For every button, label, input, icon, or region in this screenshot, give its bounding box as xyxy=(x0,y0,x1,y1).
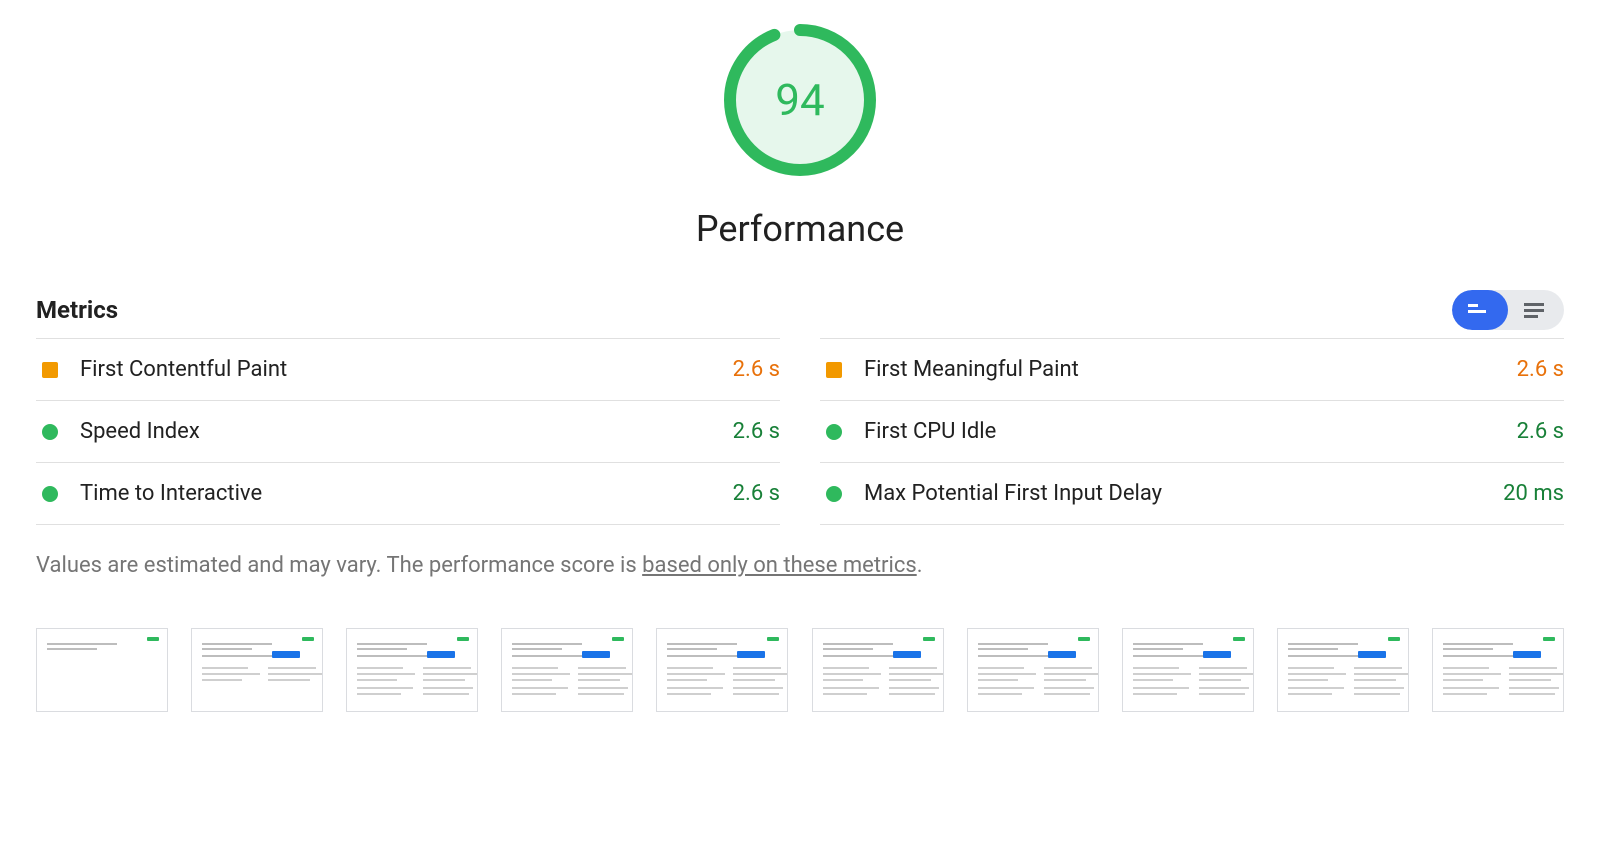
metric-row: First Contentful Paint 2.6 s xyxy=(36,338,780,400)
filmstrip-thumbnail[interactable] xyxy=(36,628,168,712)
disclaimer-suffix: . xyxy=(917,553,923,578)
status-pass-icon xyxy=(42,424,58,440)
status-average-icon xyxy=(42,362,58,378)
filmstrip-thumbnail[interactable] xyxy=(967,628,1099,712)
metric-value: 2.6 s xyxy=(733,481,780,506)
status-pass-icon xyxy=(826,486,842,502)
filmstrip-thumbnail[interactable] xyxy=(501,628,633,712)
metric-value: 2.6 s xyxy=(1517,357,1564,382)
metric-label: Max Potential First Input Delay xyxy=(864,481,1162,506)
metric-left: First Meaningful Paint xyxy=(820,357,1079,382)
metric-row: First CPU Idle 2.6 s xyxy=(820,400,1564,462)
filmstrip-thumbnail[interactable] xyxy=(1432,628,1564,712)
filmstrip-thumbnail[interactable] xyxy=(346,628,478,712)
score-value: 94 xyxy=(720,20,880,180)
metric-row: Speed Index 2.6 s xyxy=(36,400,780,462)
score-section: 94 Performance xyxy=(36,20,1564,250)
status-pass-icon xyxy=(826,424,842,440)
metric-value: 2.6 s xyxy=(733,357,780,382)
summary-view-icon xyxy=(1468,301,1492,319)
metric-label: First Meaningful Paint xyxy=(864,357,1079,382)
metric-label: Speed Index xyxy=(80,419,200,444)
toggle-summary-button[interactable] xyxy=(1452,290,1508,330)
metric-row: First Meaningful Paint 2.6 s xyxy=(820,338,1564,400)
metric-label: First Contentful Paint xyxy=(80,357,287,382)
metrics-view-toggle xyxy=(1452,290,1564,330)
metric-row: Max Potential First Input Delay 20 ms xyxy=(820,462,1564,525)
disclaimer-link[interactable]: based only on these metrics xyxy=(642,553,917,578)
metric-left: Max Potential First Input Delay xyxy=(820,481,1162,506)
detail-view-icon xyxy=(1524,301,1548,319)
filmstrip-thumbnail[interactable] xyxy=(1277,628,1409,712)
score-gauge: 94 xyxy=(720,20,880,180)
metric-row: Time to Interactive 2.6 s xyxy=(36,462,780,525)
filmstrip-thumbnail[interactable] xyxy=(812,628,944,712)
metrics-disclaimer: Values are estimated and may vary. The p… xyxy=(36,553,1564,578)
filmstrip xyxy=(36,628,1564,712)
metric-value: 2.6 s xyxy=(1517,419,1564,444)
status-average-icon xyxy=(826,362,842,378)
metric-left: Time to Interactive xyxy=(36,481,262,506)
filmstrip-thumbnail[interactable] xyxy=(656,628,788,712)
metric-label: First CPU Idle xyxy=(864,419,996,444)
metric-label: Time to Interactive xyxy=(80,481,262,506)
disclaimer-prefix: Values are estimated and may vary. The p… xyxy=(36,553,642,578)
metric-value: 2.6 s xyxy=(733,419,780,444)
metric-value: 20 ms xyxy=(1503,481,1564,506)
filmstrip-thumbnail[interactable] xyxy=(1122,628,1254,712)
metric-left: First Contentful Paint xyxy=(36,357,287,382)
metric-left: First CPU Idle xyxy=(820,419,996,444)
filmstrip-thumbnail[interactable] xyxy=(191,628,323,712)
category-title: Performance xyxy=(696,208,904,250)
metric-left: Speed Index xyxy=(36,419,200,444)
metrics-grid: First Contentful Paint2.6 sFirst Meaning… xyxy=(36,338,1564,525)
metrics-header: Metrics xyxy=(36,290,1564,330)
metrics-heading: Metrics xyxy=(36,296,118,324)
toggle-detail-button[interactable] xyxy=(1508,290,1564,330)
status-pass-icon xyxy=(42,486,58,502)
